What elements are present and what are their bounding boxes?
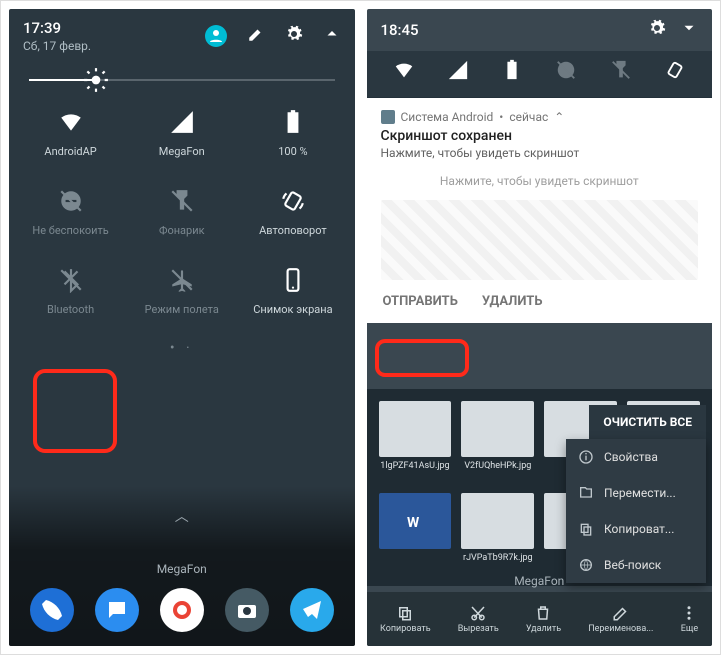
notification-time: сейчас: [509, 110, 548, 124]
notification-title: Скриншот сохранен: [381, 128, 699, 144]
app-google[interactable]: [160, 588, 204, 632]
qs-icon-row: [367, 51, 713, 98]
collapse-icon[interactable]: [323, 25, 341, 47]
notification-header: Система Android • сейчас ⌃: [381, 110, 699, 124]
app-messages[interactable]: [95, 588, 139, 632]
clock-time: 17:39: [23, 19, 91, 37]
bar-more[interactable]: Еще: [680, 604, 698, 634]
tile-label: Режим полета: [145, 303, 219, 316]
system-app-icon: [381, 110, 395, 124]
tile-label: Фонарик: [159, 224, 205, 237]
phone-right-notification: 18:45 Система Android • сейчас ⌃ Скриншо…: [367, 9, 713, 646]
settings-icon[interactable]: [648, 19, 666, 41]
tile-label: Не беспокоить: [32, 224, 108, 237]
tile-label: AndroidAP: [44, 145, 96, 158]
tile-label: Автоповорот: [259, 224, 327, 237]
tile-label: MegaFon: [159, 145, 205, 158]
app-camera[interactable]: [225, 588, 269, 632]
brightness-slider[interactable]: [9, 63, 355, 105]
tile-flashlight[interactable]: Фонарик: [126, 188, 237, 237]
settings-icon[interactable]: [285, 25, 303, 47]
app-telegram[interactable]: [290, 588, 334, 632]
carrier-label: MegaFon: [367, 574, 713, 588]
wifi-icon: [58, 109, 84, 135]
app-phone[interactable]: [30, 588, 74, 632]
dnd-off-icon[interactable]: [555, 59, 577, 85]
battery-icon[interactable]: [501, 59, 523, 85]
tile-label: Снимок экрана: [253, 303, 332, 316]
tile-label: Bluetooth: [47, 303, 94, 316]
status-bar: 18:45: [367, 9, 713, 51]
file-thumb-word[interactable]: W: [379, 493, 452, 549]
tile-screenshot[interactable]: Снимок экрана: [237, 267, 348, 316]
context-menu: Свойства Перемести... Копироват... Веб-п…: [566, 439, 706, 583]
tile-cellular[interactable]: MegaFon: [126, 109, 237, 158]
carrier-label: MegaFon: [9, 562, 355, 576]
bar-copy[interactable]: Копировать: [380, 604, 431, 634]
file-thumb[interactable]: 1lgPZF41AsU.jpg: [379, 401, 452, 457]
tile-bluetooth[interactable]: Bluetooth: [15, 267, 126, 316]
tile-label: 100 %: [278, 145, 307, 158]
tile-airplane[interactable]: Режим полета: [126, 267, 237, 316]
dock: [9, 588, 355, 632]
bar-rename[interactable]: Переименова...: [588, 604, 653, 634]
bar-delete[interactable]: Удалить: [526, 604, 561, 634]
tile-autorotate[interactable]: Автоповорот: [237, 188, 348, 237]
user-avatar[interactable]: [205, 25, 227, 47]
tile-wifi[interactable]: AndroidAP: [15, 109, 126, 158]
clock-time: 18:45: [381, 21, 419, 39]
notification-source: Система Android: [401, 110, 494, 124]
notification-subtitle: Нажмите, чтобы увидеть скриншот: [381, 146, 699, 160]
bottom-action-bar: Копировать Вырезать Удалить Переименова.…: [367, 592, 713, 646]
airplane-icon: [169, 267, 195, 293]
svg-text:W: W: [407, 515, 420, 531]
drawer-handle-icon[interactable]: ︿: [9, 506, 355, 526]
brightness-thumb-icon[interactable]: [83, 67, 109, 93]
menu-properties[interactable]: Свойства: [566, 439, 706, 475]
menu-copy[interactable]: Копироват...: [566, 511, 706, 547]
rotate-icon: [280, 188, 306, 214]
notification-actions: ОТПРАВИТЬ УДАЛИТЬ: [367, 280, 713, 323]
highlight-send: [375, 339, 469, 377]
action-send[interactable]: ОТПРАВИТЬ: [383, 294, 458, 309]
phone-left-quick-settings: 17:39 Сб, 17 февр. AndroidAP MegaFon: [9, 9, 355, 646]
expand-icon[interactable]: [680, 19, 698, 41]
clear-all-button[interactable]: ОЧИСТИТЬ ВСЕ: [589, 405, 706, 439]
bar-cut[interactable]: Вырезать: [458, 604, 499, 634]
signal-icon: [169, 109, 195, 135]
status-bar: 17:39 Сб, 17 февр.: [9, 9, 355, 63]
notification-body: Нажмите, чтобы увидеть скриншот: [381, 160, 699, 194]
quick-settings-grid: AndroidAP MegaFon 100 % Не беспокоить Фо…: [9, 105, 355, 326]
signal-icon[interactable]: [447, 59, 469, 85]
edit-icon[interactable]: [247, 25, 265, 47]
notification-card[interactable]: Система Android • сейчас ⌃ Скриншот сохр…: [367, 98, 713, 280]
highlight-bluetooth: [33, 369, 117, 453]
flashlight-off-icon[interactable]: [610, 59, 632, 85]
action-delete[interactable]: УДАЛИТЬ: [482, 294, 543, 309]
phone-icon: [280, 267, 306, 293]
file-thumb[interactable]: rJVPaTb9R7k.jpg: [461, 493, 534, 549]
tile-dnd[interactable]: Не беспокоить: [15, 188, 126, 237]
battery-icon: [280, 109, 306, 135]
rotate-icon[interactable]: [664, 59, 686, 85]
menu-move[interactable]: Перемести...: [566, 475, 706, 511]
screenshot-preview[interactable]: [381, 200, 699, 280]
bluetooth-icon: [58, 267, 84, 293]
file-thumb[interactable]: V2fUQheHPk.jpg: [461, 401, 534, 457]
status-date: Сб, 17 февр.: [23, 39, 91, 53]
tile-battery[interactable]: 100 %: [237, 109, 348, 158]
collapse-icon[interactable]: ⌃: [554, 110, 564, 124]
flashlight-icon: [169, 188, 195, 214]
page-indicator: • ·: [9, 340, 355, 356]
dnd-icon: [58, 188, 84, 214]
wifi-icon[interactable]: [393, 59, 415, 85]
